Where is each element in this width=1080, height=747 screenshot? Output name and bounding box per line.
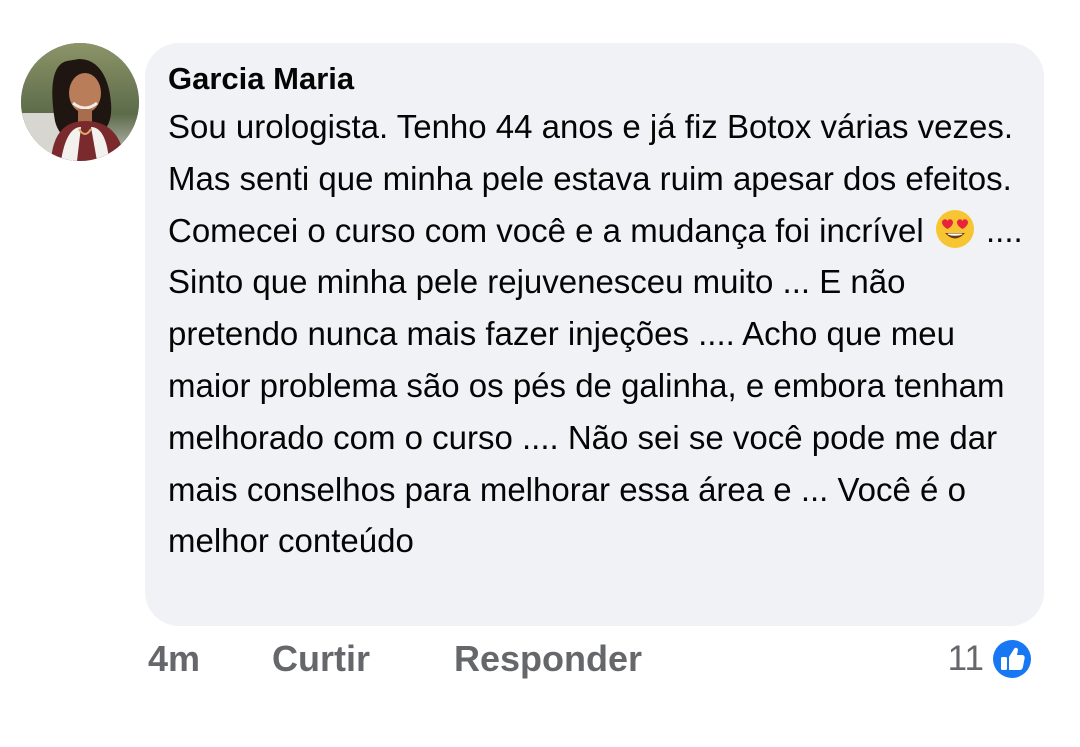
avatar[interactable] bbox=[21, 43, 139, 161]
heart-eyes-emoji-icon bbox=[935, 209, 975, 249]
comment-author[interactable]: Garcia Maria bbox=[168, 59, 1026, 99]
like-thumb-icon bbox=[990, 637, 1034, 681]
comment-text-part-1: Sou urologista. Tenho 44 anos e já fiz B… bbox=[168, 108, 1014, 249]
comment-text-part-2: .... Sinto que minha pele rejuvenesceu m… bbox=[168, 211, 1023, 560]
comment-text: Sou urologista. Tenho 44 anos e já fiz B… bbox=[168, 101, 1026, 567]
comment-timestamp[interactable]: 4m bbox=[148, 636, 200, 682]
profile-photo bbox=[21, 43, 139, 161]
reply-button[interactable]: Responder bbox=[454, 636, 642, 682]
reactions-summary[interactable]: 11 bbox=[948, 636, 1034, 682]
reaction-count: 11 bbox=[947, 639, 984, 678]
comment-bubble: Garcia Maria Sou urologista. Tenho 44 an… bbox=[145, 43, 1044, 626]
like-button[interactable]: Curtir bbox=[272, 636, 370, 682]
comment-actions: 4m Curtir Responder 11 bbox=[0, 636, 1080, 684]
